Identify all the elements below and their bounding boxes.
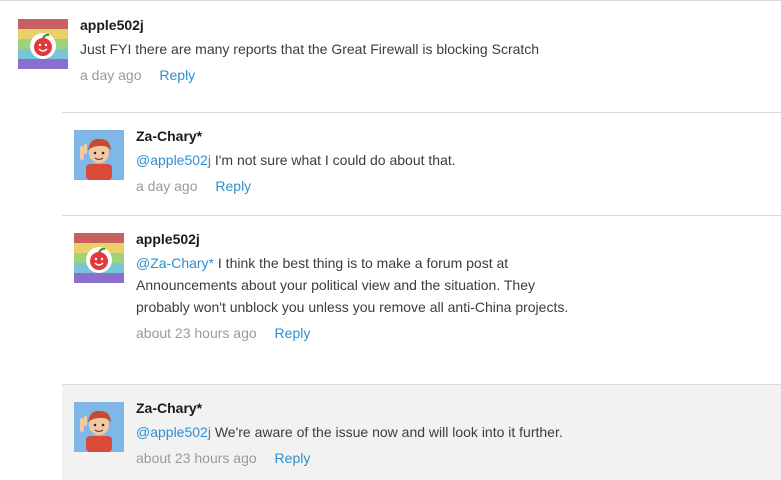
comment-text: @Za-Chary* I think the best thing is to … xyxy=(136,252,576,318)
comment-body: apple502j Just FYI there are many report… xyxy=(80,16,539,84)
comment-body: Za-Chary* @apple502j We're aware of the … xyxy=(136,399,576,467)
reply-button[interactable]: Reply xyxy=(275,325,311,341)
comment-meta: a day ago Reply xyxy=(136,177,576,195)
comment-text: @apple502j We're aware of the issue now … xyxy=(136,421,576,443)
comment-text: @apple502j I'm not sure what I could do … xyxy=(136,149,576,171)
comment-text-body: I'm not sure what I could do about that. xyxy=(210,152,456,168)
comment-text: Just FYI there are many reports that the… xyxy=(80,41,540,57)
mention-link[interactable]: @Za-Chary* xyxy=(136,255,214,271)
zachary-avatar-icon[interactable] xyxy=(74,402,124,452)
comment-meta: about 23 hours ago Reply xyxy=(136,324,576,342)
reply-comment: apple502j @Za-Chary* I think the best th… xyxy=(62,215,781,385)
comment-username[interactable]: apple502j xyxy=(136,230,576,250)
apple502j-avatar-icon[interactable] xyxy=(74,233,124,283)
comment-body: apple502j @Za-Chary* I think the best th… xyxy=(136,230,576,342)
comment-username[interactable]: Za-Chary* xyxy=(136,127,576,147)
reply-button[interactable]: Reply xyxy=(275,450,311,466)
comment-meta: about 23 hours ago Reply xyxy=(136,449,576,467)
comment-username[interactable]: apple502j xyxy=(80,16,539,36)
comment-text-body: We're aware of the issue now and will lo… xyxy=(210,424,563,440)
reply-button[interactable]: Reply xyxy=(215,178,251,194)
comment-timestamp: about 23 hours ago xyxy=(136,325,257,341)
comment-timestamp: a day ago xyxy=(136,178,198,194)
mention-link[interactable]: @apple502j xyxy=(136,424,211,440)
comment-timestamp: a day ago xyxy=(80,67,142,83)
reply-button[interactable]: Reply xyxy=(159,67,195,83)
comment-meta: a day ago Reply xyxy=(80,66,539,84)
comment-timestamp: about 23 hours ago xyxy=(136,450,257,466)
zachary-avatar-icon[interactable] xyxy=(74,130,124,180)
reply-comment: Za-Chary* @apple502j We're aware of the … xyxy=(62,384,781,480)
comment-thread: apple502j Just FYI there are many report… xyxy=(0,0,781,480)
comment: apple502j Just FYI there are many report… xyxy=(0,0,781,113)
apple502j-avatar-icon[interactable] xyxy=(18,19,68,69)
comment-body: Za-Chary* @apple502j I'm not sure what I… xyxy=(136,127,576,195)
mention-link[interactable]: @apple502j xyxy=(136,152,211,168)
reply-comment: Za-Chary* @apple502j I'm not sure what I… xyxy=(62,112,781,216)
comment-username[interactable]: Za-Chary* xyxy=(136,399,576,419)
